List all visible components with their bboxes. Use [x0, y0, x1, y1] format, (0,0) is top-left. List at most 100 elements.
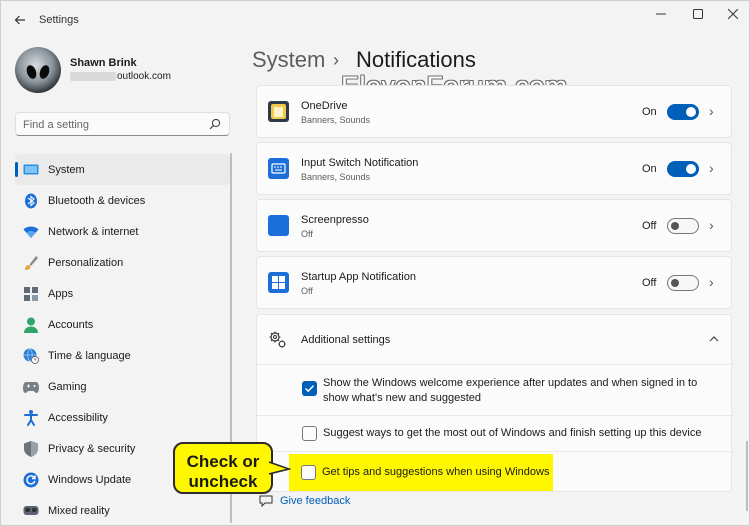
additional-settings-title: Additional settings	[301, 334, 391, 346]
accounts-icon	[23, 317, 39, 333]
search-icon[interactable]	[209, 118, 221, 130]
main-scrollbar[interactable]	[746, 441, 748, 511]
shield-icon	[23, 440, 39, 457]
apps-icon	[23, 286, 39, 302]
toggle-state-label: Off	[642, 277, 657, 289]
option-label: Get tips and suggestions when using Wind…	[322, 466, 550, 478]
chevron-up-icon[interactable]	[707, 332, 721, 346]
app-title: Settings	[39, 14, 79, 26]
sidebar-item-accessibility[interactable]: Accessibility	[15, 402, 230, 433]
callout-bubble: Check or uncheck	[173, 442, 273, 494]
chevron-right-icon[interactable]: ›	[709, 217, 714, 233]
app-card-onedrive[interactable]: OneDrive Banners, Sounds On ›	[256, 85, 732, 138]
option-welcome-experience: Show the Windows welcome experience afte…	[257, 366, 733, 416]
sidebar-item-apps[interactable]: Apps	[15, 278, 230, 309]
gears-icon	[269, 331, 286, 348]
notification-toggle[interactable]	[667, 218, 699, 234]
back-button[interactable]	[9, 9, 31, 31]
sidebar-item-label: System	[48, 163, 85, 176]
close-icon	[728, 9, 738, 19]
welcome-experience-checkbox[interactable]	[302, 381, 317, 396]
callout-text: Check or uncheck	[175, 452, 271, 492]
app-card-input-switch[interactable]: Input Switch Notification Banners, Sound…	[256, 142, 732, 195]
app-card-startup-app[interactable]: Startup App Notification Off Off ›	[256, 256, 732, 309]
give-feedback-link[interactable]: Give feedback	[280, 495, 350, 507]
sidebar-item-bluetooth[interactable]: Bluetooth & devices	[15, 185, 230, 216]
title-bar: Settings	[1, 1, 750, 39]
sidebar-item-label: Mixed reality	[48, 504, 110, 517]
sidebar-item-gaming[interactable]: Gaming	[15, 371, 230, 402]
sidebar-item-label: Gaming	[48, 380, 87, 393]
sidebar-item-label: Accounts	[48, 318, 94, 331]
accessibility-icon	[23, 409, 39, 426]
app-title: OneDrive	[301, 100, 348, 112]
callout-pointer	[269, 461, 291, 475]
toggle-knob	[686, 164, 696, 174]
feedback-icon	[259, 495, 273, 507]
callout-line-2: uncheck	[188, 472, 258, 491]
sidebar-item-label: Personalization	[48, 256, 124, 269]
avatar[interactable]	[15, 47, 61, 93]
close-button[interactable]	[718, 5, 748, 23]
update-icon	[23, 472, 39, 488]
sidebar-item-time-language[interactable]: Time & language	[15, 340, 230, 371]
chevron-right-icon[interactable]: ›	[709, 274, 714, 290]
system-icon	[23, 162, 39, 178]
user-email: outlook.com	[70, 71, 171, 82]
notification-toggle[interactable]	[667, 275, 699, 291]
wifi-icon	[23, 224, 39, 240]
search-input[interactable]	[23, 117, 203, 132]
avatar-eye-right	[37, 63, 52, 81]
app-card-screenpresso[interactable]: Screenpresso Off Off ›	[256, 199, 732, 252]
notification-toggle[interactable]	[667, 161, 699, 177]
sidebar-item-accounts[interactable]: Accounts	[15, 309, 230, 340]
sidebar-item-network[interactable]: Network & internet	[15, 216, 230, 247]
sidebar-item-label: Accessibility	[48, 411, 108, 424]
minimize-button[interactable]	[646, 5, 676, 23]
chevron-right-icon[interactable]: ›	[709, 103, 714, 119]
sidebar-item-label: Time & language	[48, 349, 131, 362]
chevron-right-icon[interactable]: ›	[709, 160, 714, 176]
sidebar-item-label: Bluetooth & devices	[48, 194, 146, 207]
option-label: Suggest ways to get the most out of Wind…	[323, 427, 702, 439]
notification-toggle[interactable]	[667, 104, 699, 120]
startup-app-icon	[268, 272, 289, 293]
brush-icon	[23, 255, 39, 271]
gamepad-icon	[23, 379, 39, 395]
suggest-ways-checkbox[interactable]	[302, 426, 317, 441]
onedrive-icon	[268, 101, 289, 122]
breadcrumb-separator: ›	[333, 50, 339, 70]
user-name: Shawn Brink	[70, 57, 137, 69]
back-arrow-icon	[14, 15, 25, 25]
globe-clock-icon	[23, 347, 39, 364]
toggle-knob	[671, 222, 679, 230]
breadcrumb-parent[interactable]: System	[252, 47, 325, 73]
app-subtitle: Banners, Sounds	[301, 172, 371, 182]
callout-line-1: Check or	[186, 452, 260, 471]
option-suggest-ways: Suggest ways to get the most out of Wind…	[257, 416, 733, 452]
avatar-eye-left	[24, 63, 39, 81]
checkmark-icon	[304, 385, 315, 393]
app-subtitle: Off	[301, 229, 313, 239]
toggle-state-label: On	[642, 163, 657, 175]
sidebar-item-label: Network & internet	[48, 225, 139, 238]
toggle-state-label: On	[642, 106, 657, 118]
sidebar-item-personalization[interactable]: Personalization	[15, 247, 230, 278]
maximize-button[interactable]	[683, 5, 713, 23]
app-subtitle: Banners, Sounds	[301, 115, 371, 125]
toggle-knob	[686, 107, 696, 117]
input-switch-icon	[268, 158, 289, 179]
sidebar-item-mixed-reality[interactable]: Mixed reality	[15, 495, 230, 526]
email-redaction	[70, 71, 116, 81]
search-box[interactable]	[15, 112, 230, 136]
sidebar-item-label: Privacy & security	[48, 442, 136, 455]
user-email-domain: outlook.com	[117, 71, 171, 82]
sidebar-item-label: Apps	[48, 287, 74, 300]
additional-settings-header[interactable]: Additional settings	[257, 315, 733, 365]
minimize-icon	[656, 13, 666, 15]
app-title: Startup App Notification	[301, 271, 416, 283]
tips-suggestions-checkbox[interactable]	[301, 465, 316, 480]
option-label: Show the Windows welcome experience afte…	[323, 377, 698, 404]
sidebar-item-system[interactable]: System	[15, 154, 230, 185]
sidebar-item-label: Windows Update	[48, 473, 132, 486]
